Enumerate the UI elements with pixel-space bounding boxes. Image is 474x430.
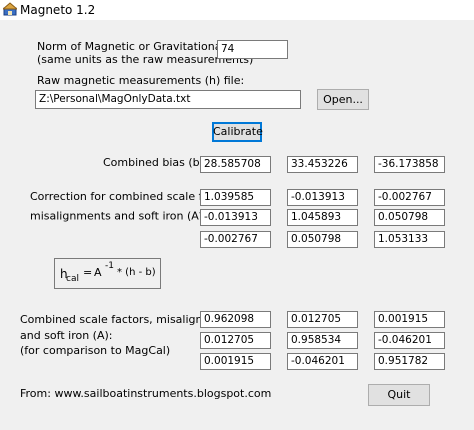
bias-x-field[interactable]: 28.585708 bbox=[200, 156, 271, 173]
scale-cell-1-1[interactable]: 0.962098 bbox=[200, 311, 271, 328]
scale-cell-3-3[interactable]: 0.951782 bbox=[374, 353, 445, 370]
correction-cell-3-1[interactable]: -0.002767 bbox=[200, 231, 271, 248]
file-path-input[interactable]: Z:\Personal\MagOnlyData.txt bbox=[35, 90, 301, 109]
title-bar: Magneto 1.2 bbox=[0, 0, 474, 20]
magneto-window: Magneto 1.2 Norm of Magnetic or Gravitat… bbox=[0, 0, 474, 430]
formula-sub: cal bbox=[66, 274, 79, 284]
correction-label-line2: misalignments and soft iron (A-1): bbox=[30, 208, 215, 223]
from-label: From: www.sailboatinstruments.blogspot.c… bbox=[20, 387, 272, 400]
correction-cell-3-3[interactable]: 1.053133 bbox=[374, 231, 445, 248]
formula-eq: = bbox=[83, 266, 93, 279]
bias-label: Combined bias (b): bbox=[103, 156, 208, 169]
correction-cell-3-2[interactable]: 0.050798 bbox=[287, 231, 358, 248]
scale-cell-3-2[interactable]: -0.046201 bbox=[287, 353, 358, 370]
correction-cell-1-1[interactable]: 1.039585 bbox=[200, 189, 271, 206]
calibrate-button[interactable]: Calibrate bbox=[212, 122, 263, 142]
correction-cell-1-3[interactable]: -0.002767 bbox=[374, 189, 445, 206]
correction-cell-2-2[interactable]: 1.045893 bbox=[287, 209, 358, 226]
scale-label-line2: and soft iron (A): bbox=[20, 329, 113, 342]
correction-cell-2-1[interactable]: -0.013913 bbox=[200, 209, 271, 226]
bias-z-field[interactable]: -36.173858 bbox=[374, 156, 445, 173]
correction-cell-1-2[interactable]: -0.013913 bbox=[287, 189, 358, 206]
window-title: Magneto 1.2 bbox=[20, 3, 96, 17]
bias-y-field[interactable]: 33.453226 bbox=[287, 156, 358, 173]
scale-cell-1-2[interactable]: 0.012705 bbox=[287, 311, 358, 328]
scale-cell-1-3[interactable]: 0.001915 bbox=[374, 311, 445, 328]
magneto-app-icon bbox=[3, 2, 17, 16]
norm-input[interactable]: 74 bbox=[217, 40, 288, 59]
formula-rest: * (h - b) bbox=[117, 267, 156, 278]
scale-cell-2-2[interactable]: 0.958534 bbox=[287, 332, 358, 349]
correction-cell-2-3[interactable]: 0.050798 bbox=[374, 209, 445, 226]
formula-A: A bbox=[94, 266, 102, 279]
scale-label-line3: (for comparison to MagCal) bbox=[20, 344, 171, 357]
scale-cell-2-1[interactable]: 0.012705 bbox=[200, 332, 271, 349]
formula-sup: -1 bbox=[105, 261, 114, 271]
scale-cell-3-1[interactable]: 0.001915 bbox=[200, 353, 271, 370]
quit-button[interactable]: Quit bbox=[368, 384, 430, 406]
scale-cell-2-3[interactable]: -0.046201 bbox=[374, 332, 445, 349]
file-label: Raw magnetic measurements (h) file: bbox=[37, 74, 245, 87]
open-button[interactable]: Open... bbox=[317, 89, 369, 110]
formula-box: h cal = A -1 * (h - b) bbox=[54, 258, 161, 289]
